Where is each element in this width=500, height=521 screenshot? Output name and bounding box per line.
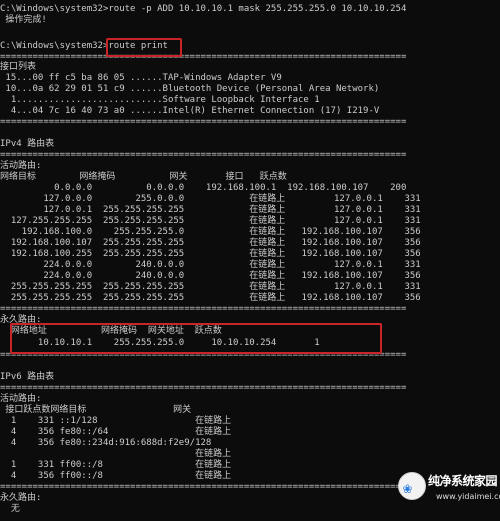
console-line: 4 356 ff00::/8 在链路上 [0,471,232,481]
console-line: 127.0.0.0 255.0.0.0 在链路上 127.0.0.1 331 [0,194,421,204]
paw-icon: ❀ [403,479,413,497]
console-window[interactable]: C:\Windows\system32>route -p ADD 10.10.1… [0,0,500,521]
console-line: 1 331 ::1/128 在链路上 [0,416,232,426]
console-line: 255.255.255.255 255.255.255.255 在链路上 192… [0,293,421,303]
console-line: ========================================… [0,482,407,492]
console-line: 127.255.255.255 255.255.255.255 在链路上 127… [0,216,421,226]
console-line: 接口跃点数网络目标 网关 [0,405,192,415]
console-line: 0.0.0.0 0.0.0.0 192.168.100.1 192.168.10… [0,183,407,193]
console-line: 192.168.100.107 255.255.255.255 在链路上 192… [0,238,421,248]
console-line: IPv4 路由表 [0,139,55,149]
console-line: 192.168.100.0 255.255.255.0 在链路上 192.168… [0,227,421,237]
console-line: 4...04 7c 16 40 73 a0 ......Intel(R) Eth… [0,106,380,116]
console-line: 10...0a 62 29 01 51 c9 ......Bluetooth D… [0,84,380,94]
console-line: 接口列表 [0,62,37,72]
console-line: 活动路由: [0,161,42,171]
console-line: 永久路由: [0,493,42,503]
console-line: ========================================… [0,304,407,314]
console-line: 网络目标 网络掩码 网关 接口 跃点数 [0,172,287,182]
console-line: C:\Windows\system32>route -p ADD 10.10.1… [0,4,407,14]
watermark-title: 纯净系统家园 [428,474,498,488]
watermark-logo: ❀ 纯净系统家园 www.yidaimei.com [398,468,500,518]
console-line: 活动路由: [0,394,42,404]
console-line: 4 356 fe80::234d:916:688d:f2e9/128 [0,438,212,448]
route-print-highlight-box [106,38,182,57]
console-line: IPv6 路由表 [0,372,55,382]
console-line: 1 331 ff00::/8 在链路上 [0,460,232,470]
console-line: 192.168.100.255 255.255.255.255 在链路上 192… [0,249,421,259]
console-line: 15...00 ff c5 ba 86 05 ......TAP-Windows… [0,73,282,83]
console-line: 224.0.0.0 240.0.0.0 在链路上 192.168.100.107… [0,271,421,281]
console-line: ========================================… [0,383,407,393]
console-line: ========================================… [0,117,407,127]
console-line: 255.255.255.255 255.255.255.255 在链路上 127… [0,282,421,292]
console-line: 4 356 fe80::/64 在链路上 [0,427,232,437]
console-line: 1...........................Software Loo… [0,95,320,105]
console-line: ========================================… [0,150,407,160]
watermark-badge: ❀ [398,472,426,500]
console-line: 操作完成! [0,15,47,25]
console-line: 无 [0,504,20,514]
console-line: 在链路上 [0,449,232,459]
console-line: ========================================… [0,52,407,62]
console-line: 224.0.0.0 240.0.0.0 在链路上 127.0.0.1 331 [0,260,421,270]
console-line: 127.0.0.1 255.255.255.255 在链路上 127.0.0.1… [0,205,421,215]
watermark-url: www.yidaimei.com [436,492,500,501]
persistent-route-highlight-box [10,323,382,354]
